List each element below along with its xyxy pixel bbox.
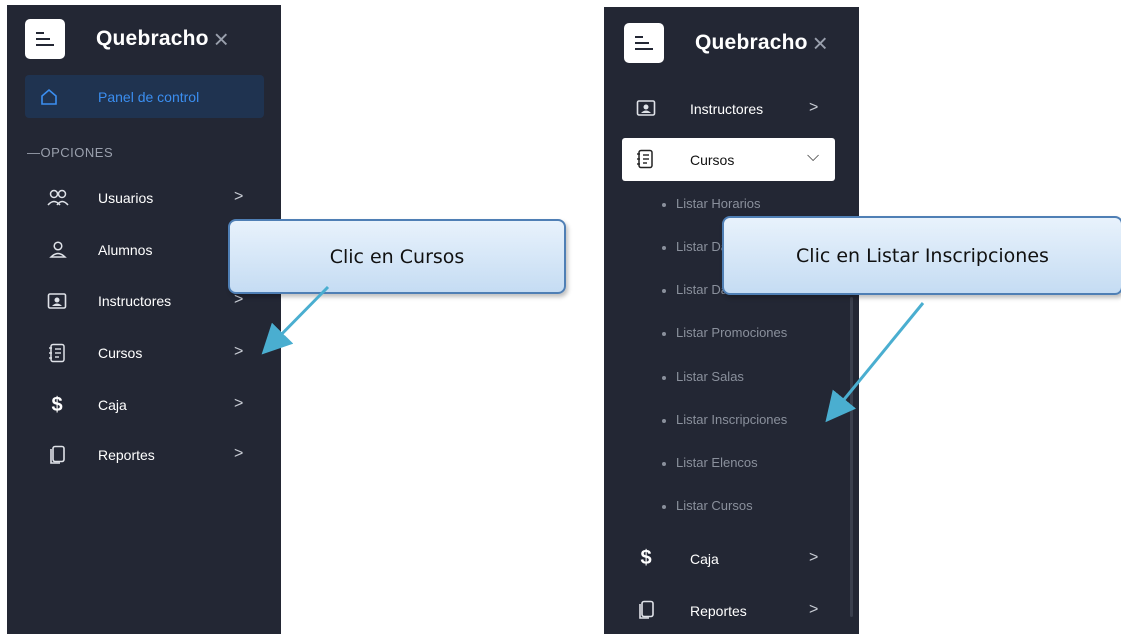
arrow-to-listar-inscripciones bbox=[825, 302, 925, 423]
arrow-to-cursos bbox=[261, 285, 330, 355]
annotation-arrows bbox=[261, 285, 925, 423]
